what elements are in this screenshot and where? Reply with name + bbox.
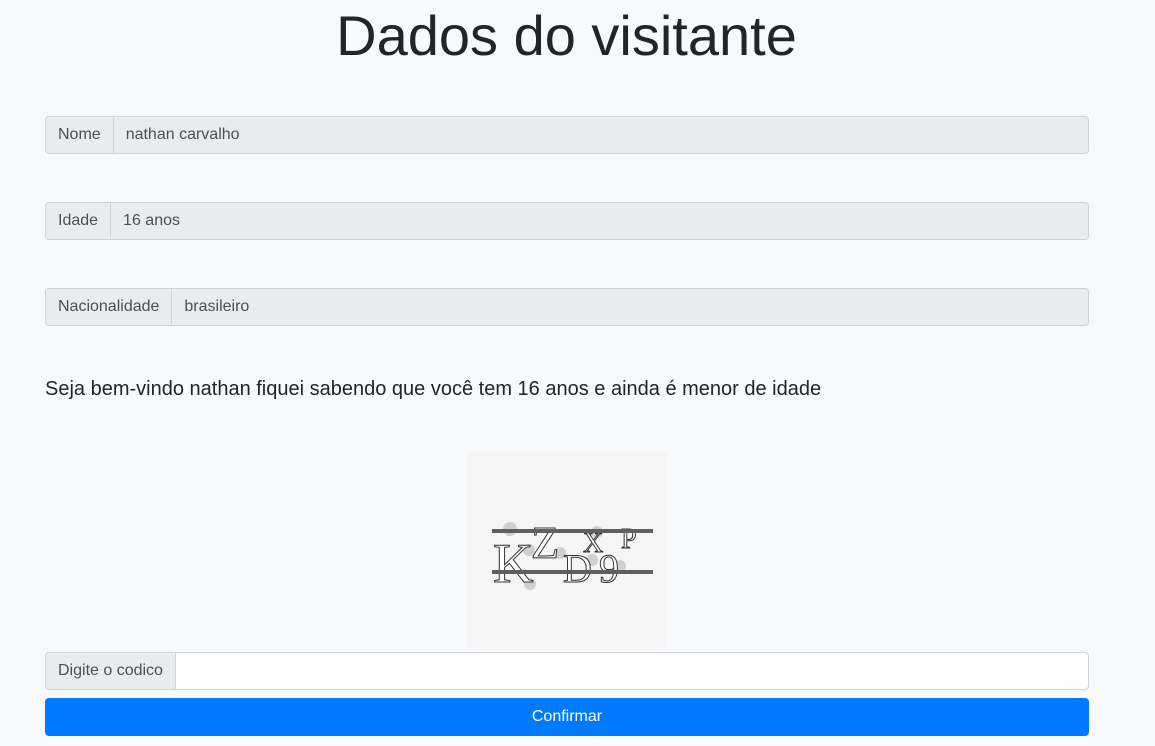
captcha-char-1: K — [493, 533, 533, 595]
captcha-graphic: K Z D X 9 P — [492, 517, 653, 596]
captcha-image: K Z D X 9 P — [467, 452, 667, 648]
captcha-char-5: 9 — [599, 546, 619, 591]
nome-field[interactable]: nathan carvalho — [113, 116, 1089, 154]
page-title: Dados do visitante — [336, 4, 797, 67]
confirm-button[interactable]: Confirmar — [45, 698, 1089, 736]
nacionalidade-field-group: Nacionalidade brasileiro — [45, 288, 1089, 326]
idade-field[interactable]: 16 anos — [111, 202, 1089, 240]
welcome-message: Seja bem-vindo nathan fiquei sabendo que… — [45, 378, 822, 400]
idade-label: Idade — [45, 202, 112, 240]
nome-label: Nome — [45, 116, 114, 154]
captcha-code-group: Digite o codico — [45, 652, 1089, 690]
captcha-char-2: Z — [531, 517, 559, 568]
captcha-code-label: Digite o codico — [45, 652, 176, 690]
nacionalidade-label: Nacionalidade — [45, 288, 173, 326]
nome-field-group: Nome nathan carvalho — [45, 116, 1089, 154]
captcha-code-input[interactable] — [175, 652, 1089, 690]
captcha-char-6: P — [621, 524, 637, 555]
nacionalidade-field[interactable]: brasileiro — [172, 288, 1089, 326]
idade-field-group: Idade 16 anos — [45, 202, 1089, 240]
